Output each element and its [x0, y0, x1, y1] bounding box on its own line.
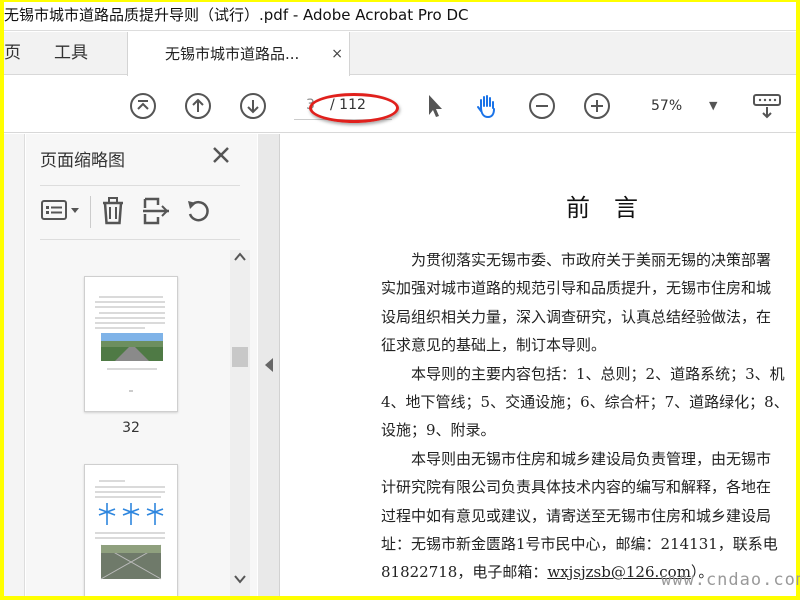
frame-border [0, 0, 800, 2]
tab-bar: 页 工具 无锡市城市道路品... × [4, 32, 796, 76]
frame-border [0, 596, 800, 600]
panel-splitter[interactable] [258, 134, 280, 596]
thumbnail-scrollbar[interactable] [230, 250, 250, 596]
select-pointer-icon[interactable] [420, 92, 448, 120]
close-icon[interactable] [210, 144, 232, 166]
panel-title: 页面缩略图 [40, 151, 125, 171]
thumbnail-page-number: 32 [122, 420, 140, 436]
document-line: 为贯彻落实无锡市委、市政府关于美丽无锡的决策部署 [381, 251, 772, 269]
divider [90, 196, 91, 228]
options-menu-icon[interactable] [40, 198, 82, 224]
panel-toolbar [40, 192, 240, 232]
thumbnail-list: 32 [26, 242, 236, 596]
page-thumbnail[interactable] [84, 464, 178, 596]
scroll-down-icon[interactable] [234, 574, 246, 584]
divider [40, 185, 240, 186]
watermark: www.cndao.com [661, 570, 800, 590]
thumbnails-panel: 页面缩略图 32 [26, 134, 257, 596]
page-down-icon[interactable] [239, 92, 267, 120]
fit-page-icon[interactable] [129, 92, 157, 120]
document-line: 设局组织相关力量，深入调查研究，认真总结经验做法，在 [381, 307, 772, 326]
zoom-value: 57% [651, 98, 683, 114]
document-line: 实加强对城市道路的规范引导和品质提升，无锡市住房和城 [381, 279, 772, 298]
trash-icon[interactable] [100, 196, 126, 226]
document-line: 本导则的主要内容包括：1、总则；2、道路系统；3、机 [381, 364, 785, 383]
collapse-panel-icon[interactable] [265, 358, 273, 372]
screenshot: { "window": { "title": "无锡市城市道路品质提升导则（试行… [0, 0, 800, 600]
tab-close-icon[interactable]: × [331, 32, 343, 76]
tab-home[interactable]: 页 [4, 32, 21, 75]
keyboard-scroll-icon[interactable] [752, 92, 782, 120]
document-line: 征求意见的基础上，制订本导则。 [381, 336, 607, 355]
scroll-up-icon[interactable] [234, 252, 246, 262]
tab-document[interactable]: 无锡市城市道路品... × [127, 32, 350, 76]
page-thumbnail[interactable] [84, 276, 178, 412]
document-view[interactable]: 前言 为贯彻落实无锡市委、市政府关于美丽无锡的决策部署 实加强对城市道路的规范引… [281, 134, 796, 596]
zoom-out-icon[interactable] [528, 92, 556, 120]
document-text: 81822718，电子邮箱： [381, 563, 548, 582]
thumbnail-preview [95, 296, 165, 392]
title-bar: 无锡市城市道路品质提升导则（试行）.pdf - Adobe Acrobat Pr… [4, 0, 796, 31]
navigation-strip [4, 134, 25, 596]
document-line: 计研究院有限公司负责具体技术内容的编写和解释，各地在 [381, 478, 772, 497]
document-line: 址：无锡市新金匮路1号市民中心，邮编：214131，联系电 [381, 534, 778, 553]
toolbar: 3 / 112 57% ▼ [4, 76, 796, 133]
rotate-icon[interactable] [185, 197, 213, 225]
annotation-ellipse [309, 93, 399, 123]
document-body: 为贯彻落实无锡市委、市政府关于美丽无锡的决策部署 实加强对城市道路的规范引导和品… [381, 246, 796, 587]
page-up-icon[interactable] [184, 92, 212, 120]
scroll-thumb[interactable] [232, 347, 248, 367]
window-title: 无锡市城市道路品质提升导则（试行）.pdf - Adobe Acrobat Pr… [4, 6, 469, 24]
tab-tools[interactable]: 工具 [54, 32, 88, 75]
divider [40, 239, 240, 240]
extract-pages-icon[interactable] [142, 196, 170, 226]
chevron-down-icon: ▼ [709, 99, 718, 112]
hand-tool-icon[interactable] [473, 92, 501, 120]
document-line: 4、地下管线；5、交通设施；6、综合杆；7、道路绿化；8、 [381, 392, 789, 411]
document-line: 过程中如有意见或建议，请寄送至无锡市住房和城乡建设局 [381, 506, 772, 525]
tab-document-label: 无锡市城市道路品... [165, 45, 300, 63]
zoom-in-icon[interactable] [583, 92, 611, 120]
thumbnail-preview [95, 480, 165, 580]
zoom-select[interactable]: 57% ▼ [639, 94, 729, 118]
document-line: 本导则由无锡市住房和城乡建设局负责管理，由无锡市 [381, 449, 772, 468]
document-line: 设施；9、附录。 [381, 421, 496, 440]
app-window: 无锡市城市道路品质提升导则（试行）.pdf - Adobe Acrobat Pr… [4, 0, 796, 596]
document-heading: 前言 [566, 194, 662, 222]
